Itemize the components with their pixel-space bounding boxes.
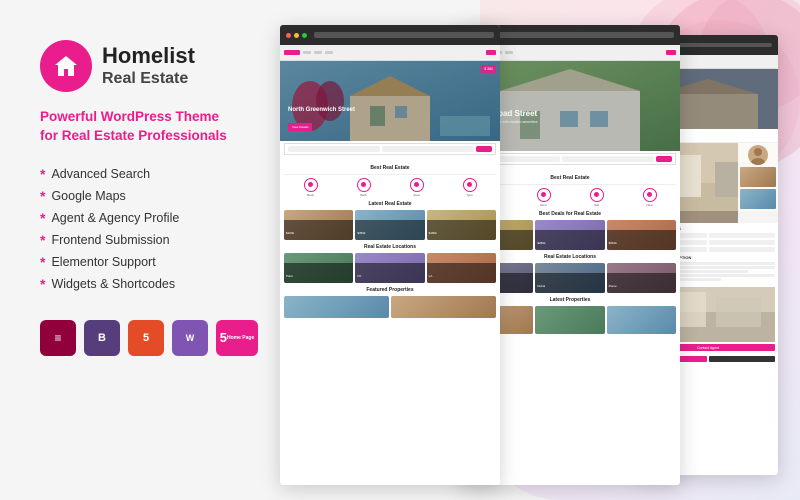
property-card[interactable]: $200k <box>284 210 353 240</box>
mockup-main: North Greenwich Street View Details $ 36… <box>280 25 500 485</box>
right-panel: North Greenwich Street View Details $ 36… <box>260 0 800 500</box>
window-dot-yellow <box>294 33 299 38</box>
badge-woocommerce: W <box>172 320 208 356</box>
search-button[interactable] <box>476 146 492 152</box>
brand-name: Homelist <box>102 44 195 68</box>
badges-row: ≡ B 5 W 5 Home Page <box>40 320 230 356</box>
mockup-1-hero: North Greenwich Street View Details $ 36… <box>280 61 500 141</box>
page-wrapper: Homelist Real Estate Powerful WordPress … <box>0 0 800 500</box>
feature-item-2: Google Maps <box>40 188 230 204</box>
logo-text: Homelist Real Estate <box>102 44 195 87</box>
search-bar[interactable] <box>284 143 496 155</box>
tagline-line1: Powerful WordPress Theme <box>40 109 219 124</box>
badge-bootstrap: B <box>84 320 120 356</box>
badge-pages: 5 Home Page <box>216 320 258 356</box>
badge-html5: 5 <box>128 320 164 356</box>
window-dot-green <box>302 33 307 38</box>
featured-card[interactable] <box>284 296 389 318</box>
property-cards-row1: $200k $350k $180k <box>284 210 496 240</box>
tagline-line2: for Real Estate Professionals <box>40 128 227 143</box>
price-badge: $ 360 <box>481 65 496 73</box>
featured-cards <box>284 296 496 318</box>
badge-elementor: ≡ <box>40 320 76 356</box>
mockup-container: North Greenwich Street View Details $ 36… <box>260 15 790 485</box>
brand-subtitle: Real Estate <box>102 69 195 88</box>
property-card[interactable]: $350k <box>355 210 424 240</box>
mockup-1-hero-text: North Greenwich Street View Details <box>288 107 355 133</box>
thumbnail-2[interactable] <box>740 189 776 209</box>
location-card[interactable]: NY <box>355 253 424 283</box>
url-bar <box>314 32 494 38</box>
agent-avatar <box>748 145 768 165</box>
left-panel: Homelist Real Estate Powerful WordPress … <box>0 0 260 500</box>
features-list: Advanced Search Google Maps Agent & Agen… <box>40 166 230 292</box>
feature-item-1: Advanced Search <box>40 166 230 182</box>
thumbnail-1[interactable] <box>740 167 776 187</box>
home-icon <box>52 52 80 80</box>
feature-item-6: Widgets & Shortcodes <box>40 276 230 292</box>
nav-logo <box>284 50 300 55</box>
logo-area: Homelist Real Estate <box>40 40 230 92</box>
featured-card[interactable] <box>391 296 496 318</box>
location-card[interactable]: Paris <box>284 253 353 283</box>
logo-icon <box>40 40 92 92</box>
favorite-btn[interactable] <box>709 356 775 362</box>
property-card[interactable]: $180k <box>427 210 496 240</box>
location-card[interactable]: LA <box>427 253 496 283</box>
nav-button[interactable] <box>486 50 496 55</box>
feature-item-5: Elementor Support <box>40 254 230 270</box>
tagline: Powerful WordPress Theme for Real Estate… <box>40 108 230 146</box>
window-dot-red <box>286 33 291 38</box>
location-cards: Paris NY LA <box>284 253 496 283</box>
feature-item-4: Frontend Submission <box>40 232 230 248</box>
mockup-1-header <box>280 25 500 45</box>
mockup-1-nav <box>280 45 500 61</box>
detail-sidebar <box>738 143 778 223</box>
feature-icons: Beds Bath Area Type <box>284 178 496 197</box>
mockup-1-content: Best Real Estate Beds Bath <box>280 157 500 325</box>
feature-item-3: Agent & Agency Profile <box>40 210 230 226</box>
